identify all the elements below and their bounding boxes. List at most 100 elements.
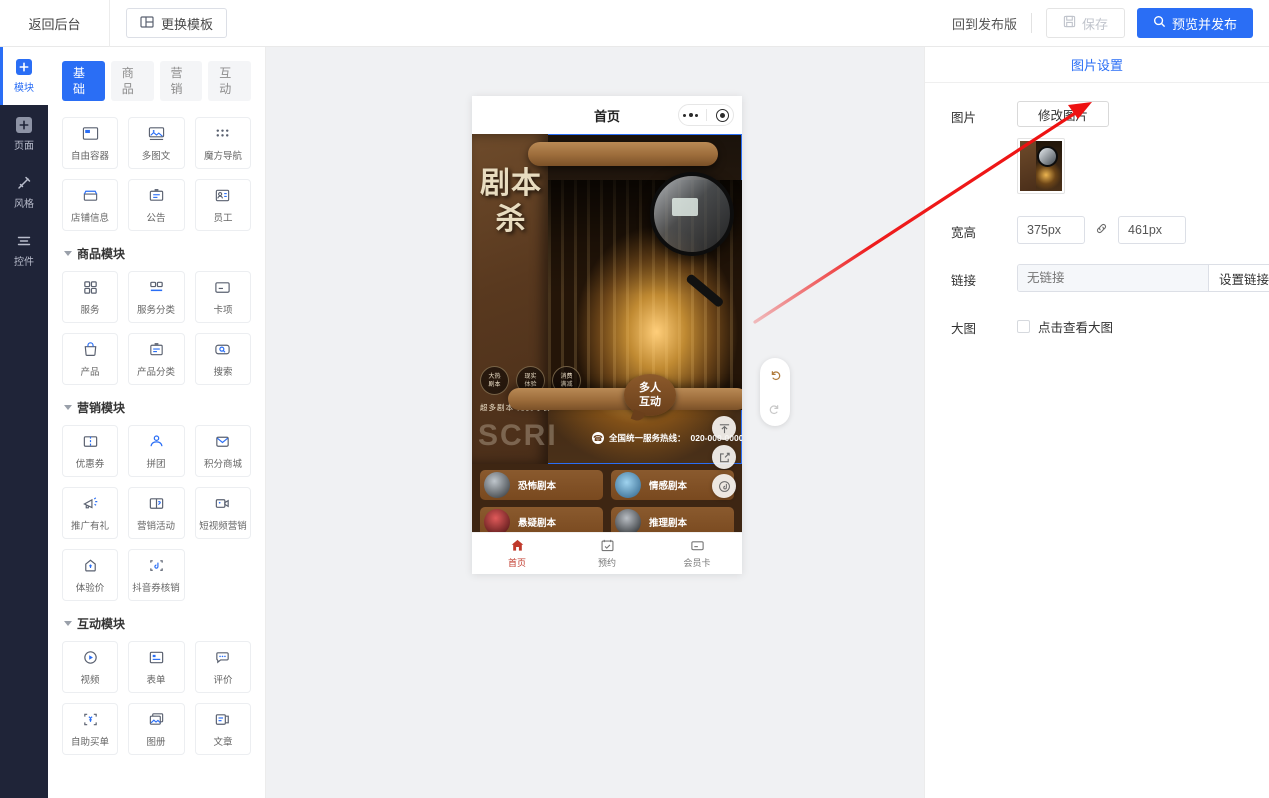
service-category-icon (148, 279, 165, 296)
back-to-admin-button[interactable]: 返回后台 (0, 0, 110, 47)
tab-interactive[interactable]: 互动 (208, 61, 251, 101)
calendar-check-icon (601, 539, 614, 552)
size-label: 宽高 (951, 226, 977, 240)
sidebar-item-style[interactable]: 风格 (0, 163, 48, 221)
page-title: 首页 (593, 108, 620, 124)
tab-booking[interactable]: 预约 (562, 538, 652, 569)
module-staff[interactable]: 员工 (194, 179, 251, 231)
change-template-button[interactable]: 更换模板 (126, 8, 228, 38)
module-promo-gift[interactable]: 推广有礼 (62, 487, 119, 539)
module-trial-price[interactable]: 体验价 (62, 549, 119, 601)
image-thumbnail[interactable] (1017, 138, 1065, 194)
tab-home[interactable]: 首页 (472, 538, 562, 569)
module-short-video[interactable]: 短视频营销 (194, 487, 251, 539)
height-input[interactable] (1118, 216, 1186, 244)
badge-line1: 消费 (560, 373, 573, 380)
card-label: 情感剧本 (649, 481, 688, 492)
module-free-container[interactable]: 自由容器 (62, 117, 119, 169)
preview-publish-button[interactable]: 预览并发布 (1136, 8, 1253, 38)
tab-goods[interactable]: 商品 (110, 61, 154, 101)
tab-membercard[interactable]: 会员卡 (652, 538, 742, 569)
editor-canvas: 首页 剧本杀 大热 剧本 现实 体验 消费 满减 超多剧本 SCRI 多人 互动… (266, 47, 924, 798)
module-service[interactable]: 服务 (62, 271, 119, 323)
group-label: 营销模块 (77, 401, 126, 415)
module-cube-nav[interactable]: 魔方导航 (194, 117, 251, 169)
undo-button[interactable] (764, 364, 786, 386)
tab-label: 会员卡 (683, 558, 711, 568)
save-button[interactable]: 保存 (1045, 8, 1125, 38)
image-text-icon (148, 125, 165, 142)
back-to-published-button[interactable]: 回到发布版 (938, 14, 1031, 33)
module-shop-info[interactable]: 店铺信息 (62, 179, 119, 231)
width-input[interactable] (1017, 216, 1085, 244)
module-group-title-interactive: 互动模块 (64, 615, 251, 632)
module-self-pay[interactable]: 自助买单 (62, 703, 119, 755)
modify-image-button[interactable]: 修改图片 (1017, 101, 1110, 127)
music-button[interactable] (712, 474, 736, 498)
scroll-to-top-button[interactable] (712, 416, 736, 440)
module-image-text[interactable]: 多图文 (128, 117, 185, 169)
module-label: 推广有礼 (71, 520, 110, 532)
right-settings-panel: 图片设置 图片 修改图片 宽高 链接 设置链接 (924, 47, 1269, 798)
link-input[interactable] (1018, 265, 1208, 291)
staff-icon (214, 187, 231, 204)
poster-image[interactable]: 剧本杀 大热 剧本 现实 体验 消费 满减 超多剧本 免费零食 SCRI (472, 134, 742, 464)
module-campaign[interactable]: 营销活动 (128, 487, 185, 539)
module-service-category[interactable]: 服务分类 (128, 271, 185, 323)
module-card-item[interactable]: 卡项 (194, 271, 251, 323)
module-form[interactable]: 表单 (128, 641, 185, 693)
list-item[interactable]: 恐怖剧本 (480, 470, 603, 500)
module-article[interactable]: 文章 (194, 703, 251, 755)
short-video-icon (214, 495, 231, 512)
module-album[interactable]: 图册 (128, 703, 185, 755)
search-icon (1153, 15, 1166, 31)
share-button[interactable] (712, 445, 736, 469)
tab-basic[interactable]: 基础 (62, 61, 105, 101)
view-large-checkbox[interactable] (1017, 320, 1030, 333)
module-product[interactable]: 产品 (62, 333, 119, 385)
module-group-buy[interactable]: 拼团 (128, 425, 185, 477)
tab-marketing[interactable]: 营销 (159, 61, 203, 101)
module-grid-interactive: 视频 表单 评价 自助买单 图册 文章 (62, 641, 251, 755)
toolbar-divider (1030, 13, 1032, 33)
wechat-capsule[interactable] (678, 104, 734, 126)
product-category-icon (148, 341, 165, 358)
trial-price-icon (82, 557, 99, 574)
module-video[interactable]: 视频 (62, 641, 119, 693)
set-link-button[interactable]: 设置链接 (1207, 265, 1269, 291)
module-label: 产品分类 (137, 366, 176, 378)
module-search[interactable]: 搜索 (194, 333, 251, 385)
row-bigimage: 大图 点击查看大图 (925, 312, 1269, 337)
card-label: 悬疑剧本 (518, 518, 557, 529)
module-coupon[interactable]: 优惠券 (62, 425, 119, 477)
module-label: 服务 (80, 304, 100, 316)
announcement-icon (148, 187, 165, 204)
undo-icon (771, 371, 781, 381)
redo-icon (769, 405, 779, 415)
form-icon (148, 649, 165, 666)
phone-icon: ☎ (592, 432, 604, 444)
sidebar-item-modules[interactable]: 模块 (0, 47, 48, 105)
module-label: 表单 (146, 674, 166, 686)
tab-label: 预约 (597, 558, 616, 568)
module-points-mall[interactable]: 积分商城 (194, 425, 251, 477)
link-chain-icon[interactable] (1094, 221, 1109, 239)
module-announcement[interactable]: 公告 (128, 179, 185, 231)
sidebar-item-pages[interactable]: 页面 (0, 105, 48, 163)
left-rail: 模块 页面 风格 控件 (0, 47, 48, 798)
save-icon (1063, 15, 1076, 31)
size-field (1017, 216, 1269, 244)
redo-button[interactable] (764, 398, 786, 420)
module-product-category[interactable]: 产品分类 (128, 333, 185, 385)
module-label: 短视频营销 (199, 520, 247, 532)
product-icon (82, 341, 99, 358)
module-label: 员工 (213, 212, 233, 224)
magnifier-icon (650, 172, 734, 309)
play-icon (82, 649, 99, 666)
sidebar-item-label: 模块 (14, 82, 34, 94)
module-douyin-coupon[interactable]: 抖音券核销 (128, 549, 185, 601)
badge-line2: 剧本 (488, 381, 501, 388)
module-group-title-goods: 商品模块 (64, 245, 251, 262)
module-review[interactable]: 评价 (194, 641, 251, 693)
sidebar-item-widgets[interactable]: 控件 (0, 221, 48, 279)
